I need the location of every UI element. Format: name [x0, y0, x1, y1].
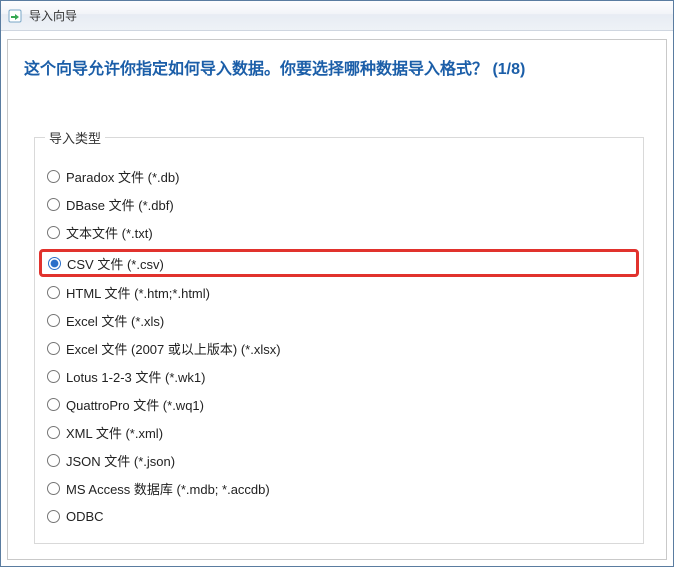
- import-type-group: 导入类型 Paradox 文件 (*.db) DBase 文件 (*.dbf) 文本…: [34, 128, 644, 544]
- import-type-option[interactable]: Excel 文件 (2007 或以上版本) (*.xlsx): [45, 337, 633, 359]
- titlebar[interactable]: 导入向导: [1, 1, 673, 31]
- import-type-radio[interactable]: [47, 426, 60, 439]
- import-type-radio[interactable]: [47, 370, 60, 383]
- import-type-label: Lotus 1-2-3 文件 (*.wk1): [66, 367, 205, 386]
- import-type-radio[interactable]: [48, 257, 61, 270]
- import-type-label: CSV 文件 (*.csv): [67, 254, 164, 273]
- import-type-radio[interactable]: [47, 198, 60, 211]
- import-type-option[interactable]: 文本文件 (*.txt): [45, 221, 633, 243]
- import-type-label: MS Access 数据库 (*.mdb; *.accdb): [66, 479, 270, 498]
- import-wizard-icon: [7, 8, 23, 24]
- import-type-option[interactable]: Lotus 1-2-3 文件 (*.wk1): [45, 365, 633, 387]
- import-type-radio[interactable]: [47, 482, 60, 495]
- import-type-radio[interactable]: [47, 454, 60, 467]
- wizard-heading: 这个向导允许你指定如何导入数据。你要选择哪种数据导入格式？ (1/8): [24, 58, 652, 82]
- import-type-label: HTML 文件 (*.htm;*.html): [66, 283, 210, 302]
- import-type-option[interactable]: XML 文件 (*.xml): [45, 421, 633, 443]
- client-area: 这个向导允许你指定如何导入数据。你要选择哪种数据导入格式？ (1/8) 导入类型…: [1, 31, 673, 566]
- import-type-option[interactable]: DBase 文件 (*.dbf): [45, 193, 633, 215]
- import-type-radio[interactable]: [47, 510, 60, 523]
- import-type-label: XML 文件 (*.xml): [66, 423, 163, 442]
- import-wizard-window: 导入向导 这个向导允许你指定如何导入数据。你要选择哪种数据导入格式？ (1/8)…: [0, 0, 674, 567]
- import-type-label: Paradox 文件 (*.db): [66, 167, 179, 186]
- import-type-option[interactable]: JSON 文件 (*.json): [45, 449, 633, 471]
- import-type-option[interactable]: MS Access 数据库 (*.mdb; *.accdb): [45, 477, 633, 499]
- import-type-label: ODBC: [66, 509, 104, 524]
- import-type-label: JSON 文件 (*.json): [66, 451, 175, 470]
- import-type-radio[interactable]: [47, 342, 60, 355]
- import-type-label: QuattroPro 文件 (*.wq1): [66, 395, 204, 414]
- import-type-radio[interactable]: [47, 286, 60, 299]
- import-type-label: 文本文件 (*.txt): [66, 223, 153, 242]
- import-type-radio[interactable]: [47, 398, 60, 411]
- import-type-radio[interactable]: [47, 170, 60, 183]
- import-type-radio[interactable]: [47, 314, 60, 327]
- import-type-label: Excel 文件 (2007 或以上版本) (*.xlsx): [66, 339, 281, 358]
- window-title: 导入向导: [29, 7, 77, 24]
- import-type-option[interactable]: Paradox 文件 (*.db): [45, 165, 633, 187]
- import-type-radio[interactable]: [47, 226, 60, 239]
- import-type-legend: 导入类型: [45, 128, 105, 147]
- wizard-panel: 这个向导允许你指定如何导入数据。你要选择哪种数据导入格式？ (1/8) 导入类型…: [7, 39, 667, 560]
- import-type-option[interactable]: QuattroPro 文件 (*.wq1): [45, 393, 633, 415]
- import-type-option[interactable]: ODBC: [45, 505, 633, 527]
- import-type-option[interactable]: HTML 文件 (*.htm;*.html): [45, 281, 633, 303]
- import-type-label: Excel 文件 (*.xls): [66, 311, 164, 330]
- import-type-option[interactable]: Excel 文件 (*.xls): [45, 309, 633, 331]
- import-type-option[interactable]: CSV 文件 (*.csv): [39, 249, 639, 277]
- import-type-label: DBase 文件 (*.dbf): [66, 195, 174, 214]
